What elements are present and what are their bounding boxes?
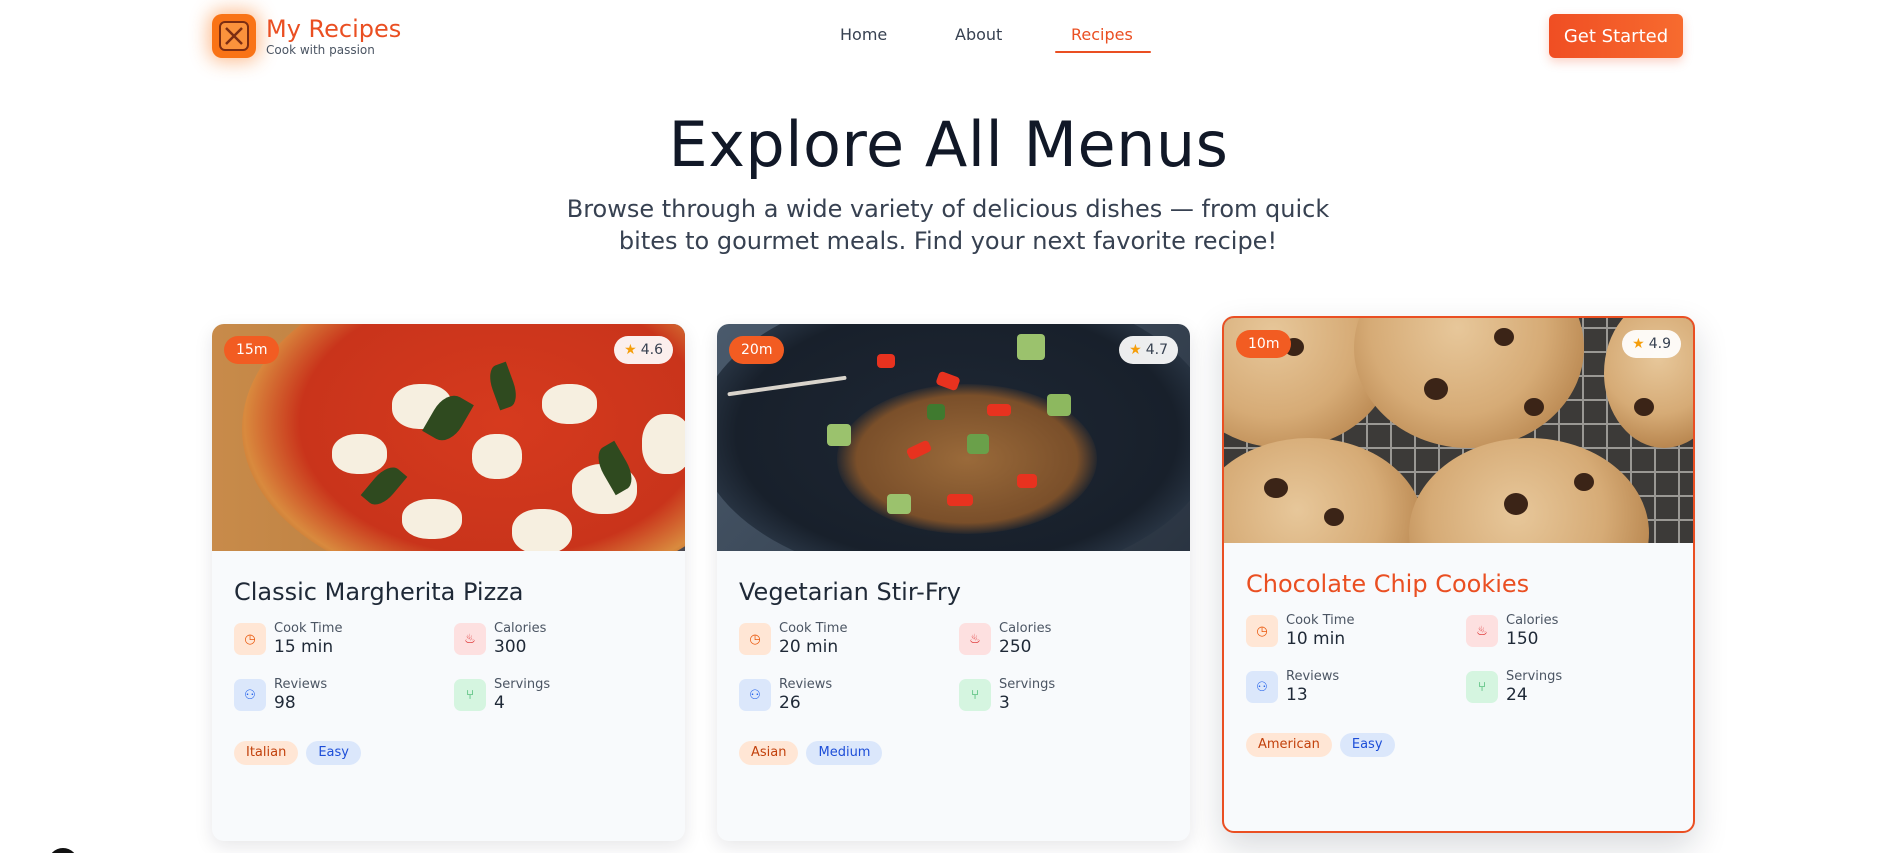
cook-time-badge: 15m [224,336,280,364]
flame-icon: ♨ [1466,615,1498,647]
nav-active-underline [1055,51,1151,53]
users-icon: ⚇ [234,679,266,711]
calories-label: Calories [494,621,547,636]
rating-badge: ★ 4.9 [1622,330,1681,358]
clock-icon: ◷ [234,623,266,655]
recipe-title[interactable]: Classic Margherita Pizza [234,577,663,607]
reviews-value: 26 [779,693,801,713]
rating-value: 4.6 [640,342,663,358]
cook-time-value: 10 min [1286,629,1346,649]
calories-value: 250 [999,637,1032,657]
star-icon: ★ [1129,342,1142,358]
cook-time-label: Cook Time [1286,613,1355,628]
site-header: My Recipes Cook with passion Home About … [0,0,1897,72]
recipe-card-highlighted[interactable]: 10m ★ 4.9 Chocolate Chip Cookies ◷ Cook Ti… [1222,316,1695,833]
clock-icon: ◷ [1246,615,1278,647]
cook-time-value: 15 min [274,637,334,657]
rating-badge: ★ 4.6 [614,336,673,364]
page-subtitle: Browse through a wide variety of delicio… [566,195,1330,255]
cook-time-label: Cook Time [779,621,848,636]
cuisine-tag: American [1246,733,1332,757]
nav-recipes[interactable]: Recipes [1071,22,1133,48]
servings-value: 4 [494,693,505,713]
recipe-card[interactable]: 15m ★ 4.6 Classic Margherita Pizza ◷ Cook … [212,324,685,841]
nav-about[interactable]: About [955,22,1002,48]
cook-time-badge: 20m [729,336,785,364]
floating-action-button[interactable] [48,848,78,853]
pizza-photo: 15m ★ 4.6 [212,324,685,551]
cook-time-label: Cook Time [274,621,343,636]
difficulty-tag: Easy [1339,733,1395,757]
stir-fry-photo: 20m ★ 4.7 [717,324,1190,551]
reviews-value: 98 [274,693,296,713]
flame-icon: ♨ [454,623,486,655]
users-icon: ⚇ [739,679,771,711]
rating-value: 4.7 [1145,342,1168,358]
get-started-button[interactable]: Get Started [1549,14,1683,58]
utensils-icon: ⑂ [1466,671,1498,703]
star-icon: ★ [1632,336,1645,352]
cook-time-badge: 10m [1236,330,1292,358]
clock-icon: ◷ [739,623,771,655]
page-title: Explore All Menus [668,108,1229,181]
calories-value: 300 [494,637,527,657]
rating-value: 4.9 [1648,336,1671,352]
calories-label: Calories [999,621,1052,636]
servings-label: Servings [1506,669,1563,684]
cookies-photo: 10m ★ 4.9 [1224,318,1693,543]
servings-value: 24 [1506,685,1528,705]
difficulty-tag: Easy [306,741,361,765]
reviews-value: 13 [1286,685,1308,705]
cuisine-tag: Italian [234,741,299,765]
servings-label: Servings [999,677,1056,692]
recipe-card[interactable]: 20m ★ 4.7 Vegetarian Stir-Fry ◷ Cook Time 2… [717,324,1190,841]
calories-value: 150 [1506,629,1539,649]
servings-value: 3 [999,693,1010,713]
reviews-label: Reviews [1286,669,1340,684]
utensils-icon: ⑂ [454,679,486,711]
nav-home[interactable]: Home [840,22,887,48]
utensils-icon: ⑂ [959,679,991,711]
cook-time-value: 20 min [779,637,839,657]
recipe-title[interactable]: Vegetarian Stir-Fry [739,577,1168,607]
servings-label: Servings [494,677,551,692]
reviews-label: Reviews [274,677,328,692]
star-icon: ★ [624,342,637,358]
recipe-title[interactable]: Chocolate Chip Cookies [1246,569,1671,599]
rating-badge: ★ 4.7 [1119,336,1178,364]
flame-icon: ♨ [959,623,991,655]
cuisine-tag: Asian [739,741,799,765]
reviews-label: Reviews [779,677,833,692]
difficulty-tag: Medium [806,741,883,765]
users-icon: ⚇ [1246,671,1278,703]
calories-label: Calories [1506,613,1559,628]
